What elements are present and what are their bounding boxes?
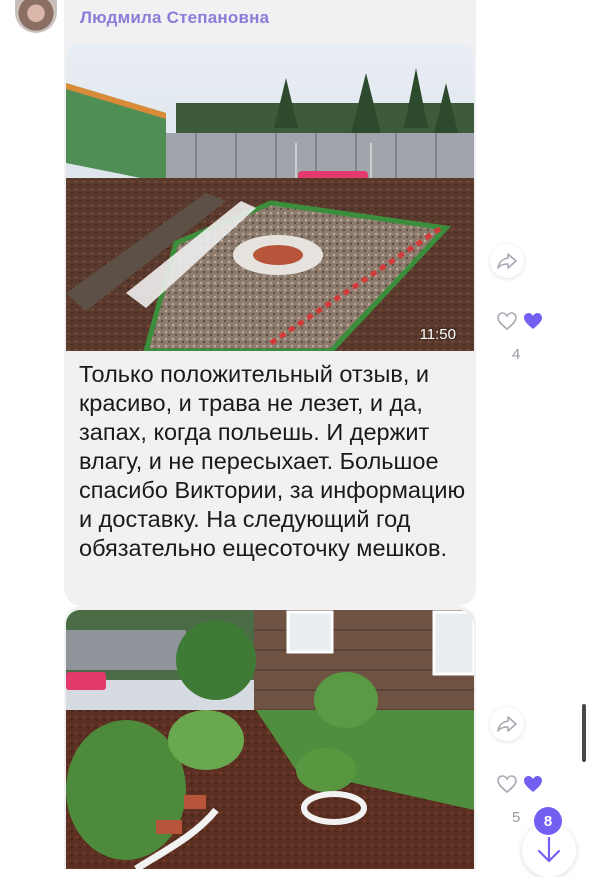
arrow-down-icon (537, 836, 561, 863)
share-button[interactable] (490, 244, 524, 278)
like-count: 4 (512, 346, 521, 363)
heart-filled-icon (524, 776, 542, 792)
heart-outline-icon[interactable] (497, 775, 517, 793)
garden-photo-image (66, 43, 474, 351)
reactions-2[interactable] (497, 775, 543, 793)
garden-photo-image-2 (66, 610, 474, 869)
sender-name[interactable]: Людмила Степановна (80, 8, 269, 28)
message-time: 11:50 (419, 326, 456, 343)
heart-outline-icon[interactable] (497, 312, 517, 330)
share-button-2[interactable] (490, 707, 524, 741)
scrollbar[interactable] (582, 704, 586, 762)
like-count-2: 5 (512, 809, 521, 826)
share-icon (497, 716, 517, 732)
share-icon (497, 253, 517, 269)
heart-filled-icon (524, 313, 542, 329)
message-bubble: Людмила Степановна 11:50 Только положите… (64, 0, 476, 606)
message-photo-2[interactable] (66, 610, 474, 869)
message-bubble-2 (64, 606, 476, 869)
message-text: Только положительный отзыв, и красиво, и… (79, 361, 466, 561)
unread-badge: 8 (534, 807, 562, 835)
sender-avatar[interactable] (15, 0, 57, 33)
reactions[interactable] (497, 312, 543, 330)
message-photo[interactable]: 11:50 (66, 43, 474, 351)
